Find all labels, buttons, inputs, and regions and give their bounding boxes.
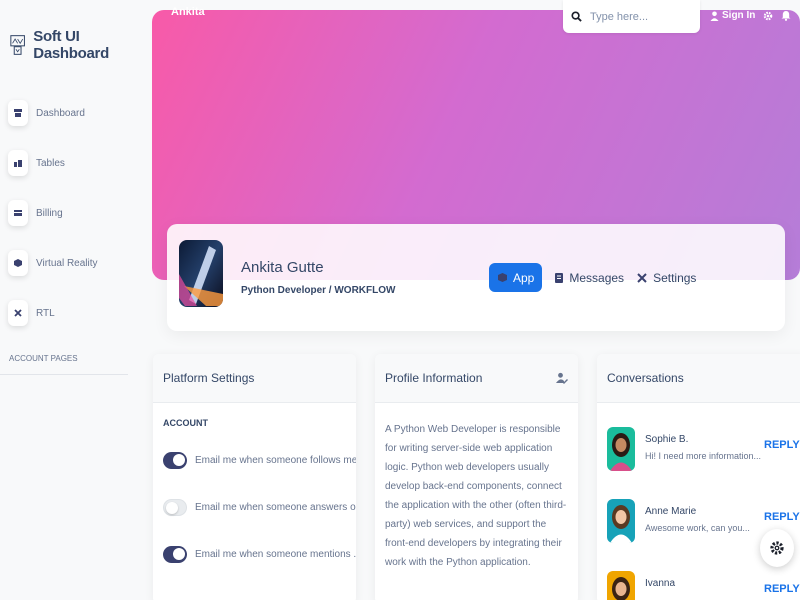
logo-icon xyxy=(10,35,25,55)
sidebar-item-label: Dashboard xyxy=(36,107,85,119)
user-icon xyxy=(710,11,719,21)
tab-settings[interactable]: Settings xyxy=(636,263,696,292)
profile-name: Ankita Gutte xyxy=(241,259,324,276)
tab-label: App xyxy=(513,270,535,285)
reply-button[interactable]: REPLY xyxy=(764,439,800,451)
tools-icon xyxy=(8,300,28,326)
sidebar-item-label: Virtual Reality xyxy=(36,257,98,269)
divider xyxy=(0,374,128,375)
box-icon xyxy=(8,250,28,276)
tools-icon xyxy=(637,272,647,283)
credit-card-icon xyxy=(8,200,28,226)
bell-icon[interactable] xyxy=(781,10,791,21)
setting-label: Email me when someone mentions ... xyxy=(195,549,356,560)
cube-icon xyxy=(498,273,507,282)
sidebar-item-virtual-reality[interactable]: Virtual Reality xyxy=(8,250,98,276)
sidebar: Soft UI Dashboard Dashboard Tables Billi… xyxy=(0,0,140,600)
setting-label: Email me when someone follows me xyxy=(195,455,356,466)
setting-row: Email me when someone answers o... xyxy=(163,499,356,516)
profile-role: Python Developer / WORKFLOW xyxy=(241,285,396,296)
sidebar-item-billing[interactable]: Billing xyxy=(8,200,63,226)
conversation-name: Anne Marie xyxy=(645,506,697,517)
signin-link[interactable]: Sign In xyxy=(710,10,755,21)
card-title: Profile Information xyxy=(385,371,483,385)
office-icon xyxy=(8,150,28,176)
tab-messages[interactable]: Messages xyxy=(554,263,624,292)
conversation-item: Sophie B. Hi! I need more information...… xyxy=(607,427,800,471)
section-label: ACCOUNT xyxy=(163,418,208,428)
avatar xyxy=(607,427,635,471)
card-title: Conversations xyxy=(607,371,684,385)
gear-icon xyxy=(770,541,784,555)
section-title-account-pages: ACCOUNT PAGES xyxy=(9,354,78,363)
configurator-button[interactable] xyxy=(760,529,794,567)
shop-icon xyxy=(8,100,28,126)
platform-settings-card: Platform Settings ACCOUNT Email me when … xyxy=(153,354,356,600)
card-header: Platform Settings xyxy=(153,354,356,403)
tab-app[interactable]: App xyxy=(489,263,543,292)
conversation-item: Ivanna REPLY xyxy=(607,571,800,600)
setting-row: Email me when someone follows me xyxy=(163,452,356,469)
profile-avatar xyxy=(179,240,223,307)
page-title: Ankita xyxy=(171,6,205,18)
brand-title: Soft UI Dashboard xyxy=(33,28,109,62)
card-header: Profile Information xyxy=(375,354,578,403)
conversation-message: Awesome work, can you... xyxy=(645,523,750,533)
brand[interactable]: Soft UI Dashboard xyxy=(10,28,140,62)
conversation-name: Ivanna xyxy=(645,578,676,589)
sidebar-item-label: Billing xyxy=(36,207,63,219)
sidebar-item-label: RTL xyxy=(36,307,55,319)
search-box[interactable] xyxy=(563,0,700,33)
avatar xyxy=(607,571,635,600)
search-icon xyxy=(571,11,582,22)
sidebar-item-tables[interactable]: Tables xyxy=(8,150,65,176)
toggle-switch[interactable] xyxy=(163,499,187,516)
setting-label: Email me when someone answers o... xyxy=(195,502,356,513)
toggle-switch[interactable] xyxy=(163,452,187,469)
sidebar-item-dashboard[interactable]: Dashboard xyxy=(8,100,85,126)
reply-button[interactable]: REPLY xyxy=(764,583,800,595)
setting-row: Email me when someone mentions ... xyxy=(163,546,356,563)
gear-icon[interactable] xyxy=(763,11,773,21)
tab-label: Messages xyxy=(569,270,625,285)
profile-tabs: App Messages Settings xyxy=(489,263,696,292)
card-title: Platform Settings xyxy=(163,371,255,385)
sidebar-item-label: Tables xyxy=(36,157,65,169)
card-header: Conversations xyxy=(597,354,800,403)
user-edit-icon[interactable] xyxy=(556,372,568,384)
search-input[interactable] xyxy=(590,10,690,23)
sidebar-item-rtl[interactable]: RTL xyxy=(8,300,55,326)
reply-button[interactable]: REPLY xyxy=(764,511,800,523)
conversation-message: Hi! I need more information... xyxy=(645,451,762,461)
toggle-switch[interactable] xyxy=(163,546,187,563)
document-icon xyxy=(555,272,564,283)
profile-information-card: Profile Information A Python Web Develop… xyxy=(375,354,578,600)
avatar xyxy=(607,499,635,543)
profile-description: A Python Web Developer is responsible fo… xyxy=(385,424,567,568)
tab-label: Settings xyxy=(653,270,697,285)
signin-label: Sign In xyxy=(722,10,756,21)
conversation-name: Sophie B. xyxy=(645,434,689,445)
topbar-actions: Sign In xyxy=(710,10,791,21)
